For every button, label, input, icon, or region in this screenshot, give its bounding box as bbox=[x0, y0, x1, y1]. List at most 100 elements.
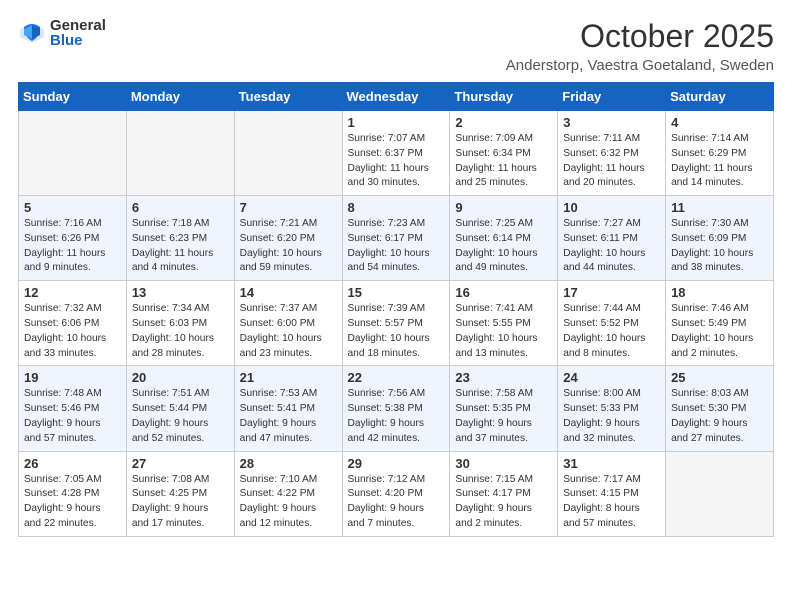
calendar-cell: 22Sunrise: 7:56 AM Sunset: 5:38 PM Dayli… bbox=[342, 366, 450, 451]
day-number: 10 bbox=[563, 200, 660, 215]
day-number: 21 bbox=[240, 370, 337, 385]
calendar-cell: 1 Sunrise: 7:07 AM Sunset: 6:37 PM Daylig… bbox=[342, 111, 450, 196]
header-row: SundayMondayTuesdayWednesdayThursdayFrid… bbox=[19, 83, 774, 111]
calendar-cell: 20 Sunrise: 7:51 AM Sunset: 5:44 PM Dayli… bbox=[126, 366, 234, 451]
day-info: Sunrise: 7:23 AM Sunset: 6:17 PM Dayligh… bbox=[348, 217, 445, 276]
day-info: Sunrise: 7:25 AM Sunset: 6:14 PM Dayligh… bbox=[455, 217, 552, 276]
day-number: 25 bbox=[671, 370, 768, 385]
day-number: 11 bbox=[671, 200, 768, 215]
day-number: 12 bbox=[24, 285, 121, 300]
week-row-4: 26 Sunrise: 7:05 AM Sunset: 4:28 PM Dayli… bbox=[19, 451, 774, 536]
logo-blue-text: Blue bbox=[50, 33, 106, 48]
day-info: Sunrise: 7:08 AM Sunset: 4:25 PM Dayligh… bbox=[132, 473, 229, 532]
calendar-cell: 14Sunrise: 7:37 AM Sunset: 6:00 PM Dayli… bbox=[234, 281, 342, 366]
calendar-cell: 28 Sunrise: 7:10 AM Sunset: 4:22 PM Dayli… bbox=[234, 451, 342, 536]
calendar-cell: 9Sunrise: 7:25 AM Sunset: 6:14 PM Daylig… bbox=[450, 196, 558, 281]
title-block: October 2025 Anderstorp, Vaestra Goetala… bbox=[506, 18, 774, 74]
day-number: 16 bbox=[455, 285, 552, 300]
calendar-cell: 3 Sunrise: 7:11 AM Sunset: 6:32 PM Daylig… bbox=[558, 111, 666, 196]
col-header-thursday: Thursday bbox=[450, 83, 558, 111]
day-info: Sunrise: 7:15 AM Sunset: 4:17 PM Dayligh… bbox=[455, 473, 552, 532]
calendar-cell: 23 Sunrise: 7:58 AM Sunset: 5:35 PM Dayli… bbox=[450, 366, 558, 451]
logo-text: General Blue bbox=[50, 18, 106, 48]
calendar-cell: 19 Sunrise: 7:48 AM Sunset: 5:46 PM Dayli… bbox=[19, 366, 127, 451]
day-info: Sunrise: 8:00 AM Sunset: 5:33 PM Dayligh… bbox=[563, 387, 660, 446]
day-number: 14 bbox=[240, 285, 337, 300]
day-info: Sunrise: 7:16 AM Sunset: 6:26 PM Dayligh… bbox=[24, 217, 121, 276]
calendar-cell: 29 Sunrise: 7:12 AM Sunset: 4:20 PM Dayli… bbox=[342, 451, 450, 536]
day-info: Sunrise: 7:51 AM Sunset: 5:44 PM Dayligh… bbox=[132, 387, 229, 446]
col-header-wednesday: Wednesday bbox=[342, 83, 450, 111]
calendar-cell: 17 Sunrise: 7:44 AM Sunset: 5:52 PM Dayli… bbox=[558, 281, 666, 366]
calendar-cell: 13 Sunrise: 7:34 AM Sunset: 6:03 PM Dayli… bbox=[126, 281, 234, 366]
calendar-cell bbox=[234, 111, 342, 196]
day-info: Sunrise: 7:44 AM Sunset: 5:52 PM Dayligh… bbox=[563, 302, 660, 361]
logo-icon bbox=[18, 19, 46, 47]
calendar-cell: 27 Sunrise: 7:08 AM Sunset: 4:25 PM Dayli… bbox=[126, 451, 234, 536]
day-number: 27 bbox=[132, 456, 229, 471]
day-number: 29 bbox=[348, 456, 445, 471]
day-info: Sunrise: 7:05 AM Sunset: 4:28 PM Dayligh… bbox=[24, 473, 121, 532]
col-header-tuesday: Tuesday bbox=[234, 83, 342, 111]
calendar-cell bbox=[19, 111, 127, 196]
day-number: 22 bbox=[348, 370, 445, 385]
calendar-cell: 7Sunrise: 7:21 AM Sunset: 6:20 PM Daylig… bbox=[234, 196, 342, 281]
day-info: Sunrise: 7:53 AM Sunset: 5:41 PM Dayligh… bbox=[240, 387, 337, 446]
calendar-cell: 6Sunrise: 7:18 AM Sunset: 6:23 PM Daylig… bbox=[126, 196, 234, 281]
day-number: 6 bbox=[132, 200, 229, 215]
calendar-cell: 30 Sunrise: 7:15 AM Sunset: 4:17 PM Dayli… bbox=[450, 451, 558, 536]
day-info: Sunrise: 7:30 AM Sunset: 6:09 PM Dayligh… bbox=[671, 217, 768, 276]
week-row-1: 5 Sunrise: 7:16 AM Sunset: 6:26 PM Daylig… bbox=[19, 196, 774, 281]
day-info: Sunrise: 7:58 AM Sunset: 5:35 PM Dayligh… bbox=[455, 387, 552, 446]
day-info: Sunrise: 7:17 AM Sunset: 4:15 PM Dayligh… bbox=[563, 473, 660, 532]
page: General Blue October 2025 Anderstorp, Va… bbox=[0, 0, 792, 549]
calendar-cell: 2 Sunrise: 7:09 AM Sunset: 6:34 PM Daylig… bbox=[450, 111, 558, 196]
day-number: 17 bbox=[563, 285, 660, 300]
location-title: Anderstorp, Vaestra Goetaland, Sweden bbox=[506, 57, 774, 74]
day-number: 26 bbox=[24, 456, 121, 471]
day-info: Sunrise: 7:09 AM Sunset: 6:34 PM Dayligh… bbox=[455, 132, 552, 191]
day-info: Sunrise: 7:32 AM Sunset: 6:06 PM Dayligh… bbox=[24, 302, 121, 361]
day-number: 1 bbox=[348, 115, 445, 130]
day-number: 30 bbox=[455, 456, 552, 471]
day-number: 3 bbox=[563, 115, 660, 130]
day-number: 18 bbox=[671, 285, 768, 300]
calendar-cell: 8Sunrise: 7:23 AM Sunset: 6:17 PM Daylig… bbox=[342, 196, 450, 281]
calendar-cell: 18 Sunrise: 7:46 AM Sunset: 5:49 PM Dayli… bbox=[666, 281, 774, 366]
day-info: Sunrise: 7:34 AM Sunset: 6:03 PM Dayligh… bbox=[132, 302, 229, 361]
day-number: 7 bbox=[240, 200, 337, 215]
day-number: 4 bbox=[671, 115, 768, 130]
header: General Blue October 2025 Anderstorp, Va… bbox=[18, 18, 774, 74]
day-number: 28 bbox=[240, 456, 337, 471]
day-info: Sunrise: 7:07 AM Sunset: 6:37 PM Dayligh… bbox=[348, 132, 445, 191]
calendar-cell: 11 Sunrise: 7:30 AM Sunset: 6:09 PM Dayli… bbox=[666, 196, 774, 281]
day-number: 13 bbox=[132, 285, 229, 300]
day-info: Sunrise: 7:41 AM Sunset: 5:55 PM Dayligh… bbox=[455, 302, 552, 361]
day-info: Sunrise: 7:10 AM Sunset: 4:22 PM Dayligh… bbox=[240, 473, 337, 532]
logo-general-text: General bbox=[50, 18, 106, 33]
day-info: Sunrise: 7:12 AM Sunset: 4:20 PM Dayligh… bbox=[348, 473, 445, 532]
day-info: Sunrise: 7:46 AM Sunset: 5:49 PM Dayligh… bbox=[671, 302, 768, 361]
calendar-cell: 31 Sunrise: 7:17 AM Sunset: 4:15 PM Dayli… bbox=[558, 451, 666, 536]
day-number: 20 bbox=[132, 370, 229, 385]
day-info: Sunrise: 7:14 AM Sunset: 6:29 PM Dayligh… bbox=[671, 132, 768, 191]
calendar-cell: 16 Sunrise: 7:41 AM Sunset: 5:55 PM Dayli… bbox=[450, 281, 558, 366]
day-number: 2 bbox=[455, 115, 552, 130]
col-header-saturday: Saturday bbox=[666, 83, 774, 111]
day-number: 19 bbox=[24, 370, 121, 385]
day-number: 15 bbox=[348, 285, 445, 300]
week-row-0: 1 Sunrise: 7:07 AM Sunset: 6:37 PM Daylig… bbox=[19, 111, 774, 196]
day-info: Sunrise: 7:27 AM Sunset: 6:11 PM Dayligh… bbox=[563, 217, 660, 276]
calendar-cell bbox=[126, 111, 234, 196]
calendar-cell: 26 Sunrise: 7:05 AM Sunset: 4:28 PM Dayli… bbox=[19, 451, 127, 536]
day-number: 31 bbox=[563, 456, 660, 471]
calendar-cell: 24Sunrise: 8:00 AM Sunset: 5:33 PM Dayli… bbox=[558, 366, 666, 451]
day-info: Sunrise: 7:11 AM Sunset: 6:32 PM Dayligh… bbox=[563, 132, 660, 191]
calendar-cell: 10 Sunrise: 7:27 AM Sunset: 6:11 PM Dayli… bbox=[558, 196, 666, 281]
day-number: 5 bbox=[24, 200, 121, 215]
logo: General Blue bbox=[18, 18, 106, 48]
day-info: Sunrise: 7:48 AM Sunset: 5:46 PM Dayligh… bbox=[24, 387, 121, 446]
calendar-cell: 21 Sunrise: 7:53 AM Sunset: 5:41 PM Dayli… bbox=[234, 366, 342, 451]
day-number: 23 bbox=[455, 370, 552, 385]
day-info: Sunrise: 8:03 AM Sunset: 5:30 PM Dayligh… bbox=[671, 387, 768, 446]
